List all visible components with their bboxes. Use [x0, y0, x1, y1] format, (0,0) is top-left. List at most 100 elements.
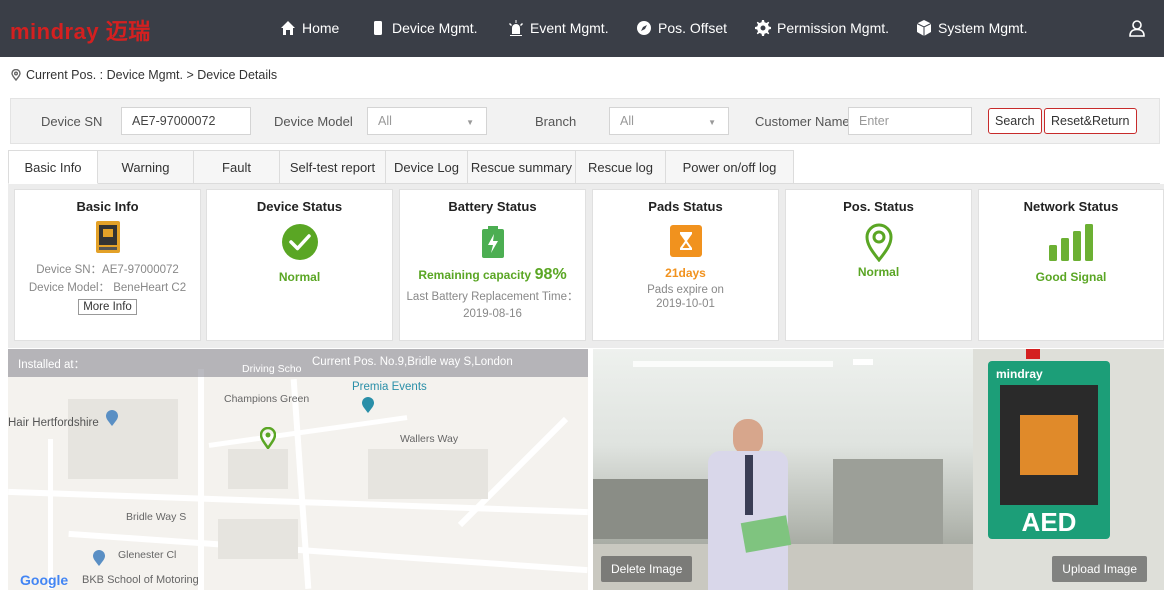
current-position-address: Current Pos. No.9,Bridle way S,London	[312, 356, 513, 368]
battery-status-card: Battery Status Remaining capacity 98% La…	[399, 189, 586, 341]
nav-pos-offset[interactable]: Pos. Offset	[636, 20, 727, 36]
device-model-value: All	[378, 114, 392, 128]
aed-device-body	[1020, 415, 1078, 475]
tab-basic-info[interactable]: Basic Info	[8, 150, 98, 184]
battery-icon	[481, 226, 504, 258]
tab-bar: Basic Info Warning Fault Self-test repor…	[8, 150, 794, 184]
compass-icon	[637, 21, 651, 35]
pads-expire-date: 2019-10-01	[656, 298, 715, 310]
check-circle-icon	[281, 224, 318, 260]
top-navbar: mindray 迈瑞 Home Device Mgmt. Event Mgmt.…	[0, 0, 1164, 57]
device-location-marker-icon[interactable]	[260, 427, 276, 449]
map-label-champions-green: Champions Green	[224, 393, 310, 405]
nav-system-mgmt[interactable]: System Mgmt.	[916, 20, 1027, 36]
branch-select[interactable]: All ▼	[609, 107, 729, 135]
aed-alarm-light	[1026, 349, 1040, 359]
more-info-button[interactable]: More Info	[78, 299, 137, 315]
last-replacement-label: Last Battery Replacement Time：	[406, 291, 579, 303]
filter-bar: Device SN AE7-97000072 Device Model All …	[10, 98, 1160, 144]
tab-rescue-summary[interactable]: Rescue summary	[468, 150, 576, 184]
tab-fault[interactable]: Fault	[194, 150, 280, 184]
nav-home[interactable]: Home	[280, 20, 339, 36]
map-label-wallers-way: Wallers Way	[400, 433, 459, 445]
tab-power-on-off-log[interactable]: Power on/off log	[666, 150, 794, 184]
nav-permission-mgmt-label: Permission Mgmt.	[777, 20, 890, 36]
location-map[interactable]: Installed at： Driving Scho Current Pos. …	[8, 349, 588, 590]
device-status-value: Normal	[278, 270, 321, 284]
map-block	[368, 449, 488, 499]
installed-at-label: Installed at：	[18, 359, 86, 371]
basic-info-card: Basic Info Device SN：AE7-97000072 Device…	[14, 189, 201, 341]
battery-status-title: Battery Status	[448, 199, 537, 214]
map-label-bridle-way: Bridle Way S	[126, 511, 187, 523]
basic-info-title: Basic Info	[76, 199, 139, 214]
photo-partition	[833, 459, 943, 549]
remaining-capacity-line: Remaining capacity 98%	[400, 266, 585, 284]
map-pin-icon	[93, 550, 105, 566]
location-marker-icon	[864, 223, 893, 263]
reset-return-button[interactable]: Reset&Return	[1044, 108, 1137, 134]
map-label-premia-events: Premia Events	[352, 381, 427, 393]
aed-label: AED	[1021, 507, 1077, 537]
device-sn-input[interactable]: AE7-97000072	[121, 107, 251, 135]
map-label-bkb-school: BKB School of Motoring	[82, 574, 199, 586]
map-block	[228, 449, 288, 489]
nav-event-mgmt-label: Event Mgmt.	[530, 20, 609, 36]
upload-image-button[interactable]: Upload Image	[1052, 556, 1147, 582]
map-road	[48, 439, 53, 589]
map-block	[218, 519, 298, 559]
map-pin-icon	[106, 410, 118, 426]
mindray-logo[interactable]: mindray 迈瑞	[10, 14, 151, 46]
chevron-down-icon: ▼	[466, 118, 474, 127]
map-pin-icon	[362, 397, 374, 413]
hourglass-icon	[669, 225, 702, 257]
network-status-title: Network Status	[1023, 199, 1119, 214]
pos-status-value: Normal	[857, 265, 900, 279]
network-status-card: Network Status Good Signal	[978, 189, 1164, 341]
photo-person-tie	[745, 455, 753, 515]
aed-device-window	[1000, 385, 1098, 505]
device-photo: mindray AED Delete Image Upload Image	[593, 349, 1164, 590]
tab-device-log[interactable]: Device Log	[386, 150, 468, 184]
map-label-driving-school: Driving Scho	[242, 363, 302, 375]
home-icon	[281, 21, 295, 35]
remaining-capacity-value: 98%	[534, 266, 567, 283]
device-model-label: Device Model	[274, 114, 353, 129]
tab-self-test-report[interactable]: Self-test report	[280, 150, 386, 184]
chevron-down-icon: ▼	[708, 118, 716, 127]
breadcrumb: Current Pos. : Device Mgmt. > Device Det…	[10, 68, 277, 82]
device-status-card: Device Status Normal	[206, 189, 393, 341]
device-status-title: Device Status	[256, 199, 343, 214]
map-road	[198, 369, 204, 590]
user-icon	[1129, 20, 1145, 37]
user-profile-button[interactable]	[1128, 19, 1146, 40]
customer-name-placeholder: Enter	[859, 114, 889, 128]
cube-icon	[916, 20, 932, 36]
nav-permission-mgmt[interactable]: Permission Mgmt.	[755, 20, 889, 36]
nav-event-mgmt[interactable]: Event Mgmt.	[508, 20, 609, 36]
device-icon	[374, 21, 382, 35]
delete-image-button[interactable]: Delete Image	[601, 556, 693, 582]
gear-icon	[755, 20, 771, 36]
aed-cabinet-brand: mindray	[996, 367, 1043, 381]
photo-person-head	[733, 419, 763, 455]
device-model-select[interactable]: All ▼	[367, 107, 487, 135]
pads-days-remaining: 21days	[665, 266, 706, 280]
last-replacement-date: 2019-08-16	[463, 308, 522, 320]
customer-name-input[interactable]: Enter	[848, 107, 972, 135]
device-sn-line: Device SN：AE7-97000072	[36, 264, 179, 276]
pos-status-title: Pos. Status	[843, 199, 914, 214]
network-status-value: Good Signal	[1035, 270, 1107, 284]
location-pin-icon	[11, 69, 21, 81]
search-button[interactable]: Search	[988, 108, 1042, 134]
branch-value: All	[620, 114, 634, 128]
aed-device-icon	[95, 221, 120, 253]
breadcrumb-text: Current Pos. : Device Mgmt. > Device Det…	[26, 68, 278, 82]
pads-status-title: Pads Status	[648, 199, 723, 214]
nav-device-mgmt[interactable]: Device Mgmt.	[370, 20, 478, 36]
nav-system-mgmt-label: System Mgmt.	[938, 20, 1028, 36]
map-label-hair-hertfordshire: Hair Hertfordshire	[8, 417, 99, 429]
tab-rescue-log[interactable]: Rescue log	[576, 150, 666, 184]
alarm-icon	[509, 20, 523, 36]
tab-warning[interactable]: Warning	[98, 150, 194, 184]
